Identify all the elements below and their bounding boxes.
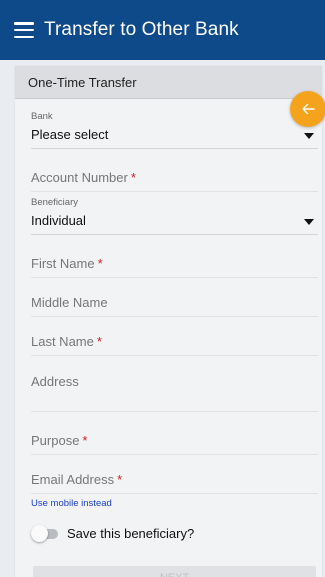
page-title: Transfer to Other Bank — [44, 19, 239, 40]
use-mobile-link[interactable]: Use mobile instead — [31, 498, 112, 509]
required-marker: * — [97, 256, 103, 271]
account-number-placeholder: Account Number — [31, 170, 128, 185]
beneficiary-select[interactable]: Beneficiary Individual — [31, 197, 318, 237]
last-name-placeholder: Last Name — [31, 334, 94, 349]
middle-name-input[interactable]: Middle Name — [31, 295, 318, 317]
panel-title: One-Time Transfer — [28, 75, 137, 90]
app-bar: Transfer to Other Bank — [0, 0, 325, 60]
bank-select[interactable]: Bank Please select — [31, 111, 318, 151]
beneficiary-label: Beneficiary — [31, 197, 78, 208]
address-input[interactable]: Address — [31, 374, 318, 412]
required-marker: * — [96, 334, 102, 349]
bank-value: Please select — [31, 127, 109, 142]
email-placeholder: Email Address — [31, 472, 115, 487]
beneficiary-value: Individual — [31, 213, 86, 228]
purpose-placeholder: Purpose — [31, 433, 80, 448]
required-marker: * — [130, 170, 136, 185]
save-beneficiary-row: Save this beneficiary? — [31, 523, 194, 543]
middle-name-placeholder: Middle Name — [31, 295, 108, 310]
address-placeholder: Address — [31, 374, 79, 389]
account-number-input[interactable]: Account Number * — [31, 170, 318, 192]
bank-label: Bank — [31, 111, 53, 122]
required-marker: * — [117, 472, 123, 487]
last-name-input[interactable]: Last Name * — [31, 334, 318, 356]
save-beneficiary-label: Save this beneficiary? — [67, 525, 195, 541]
first-name-placeholder: First Name — [31, 256, 95, 271]
purpose-input[interactable]: Purpose * — [31, 433, 318, 455]
first-name-input[interactable]: First Name * — [31, 256, 318, 278]
save-beneficiary-toggle[interactable] — [31, 523, 58, 543]
email-input[interactable]: Email Address * — [31, 472, 318, 494]
next-button[interactable]: NEXT — [33, 566, 316, 577]
hamburger-menu-icon[interactable] — [14, 22, 34, 38]
required-marker: * — [82, 433, 88, 448]
chevron-down-icon — [304, 133, 314, 139]
chevron-down-icon — [304, 219, 314, 225]
panel-header: One-Time Transfer — [15, 66, 322, 99]
